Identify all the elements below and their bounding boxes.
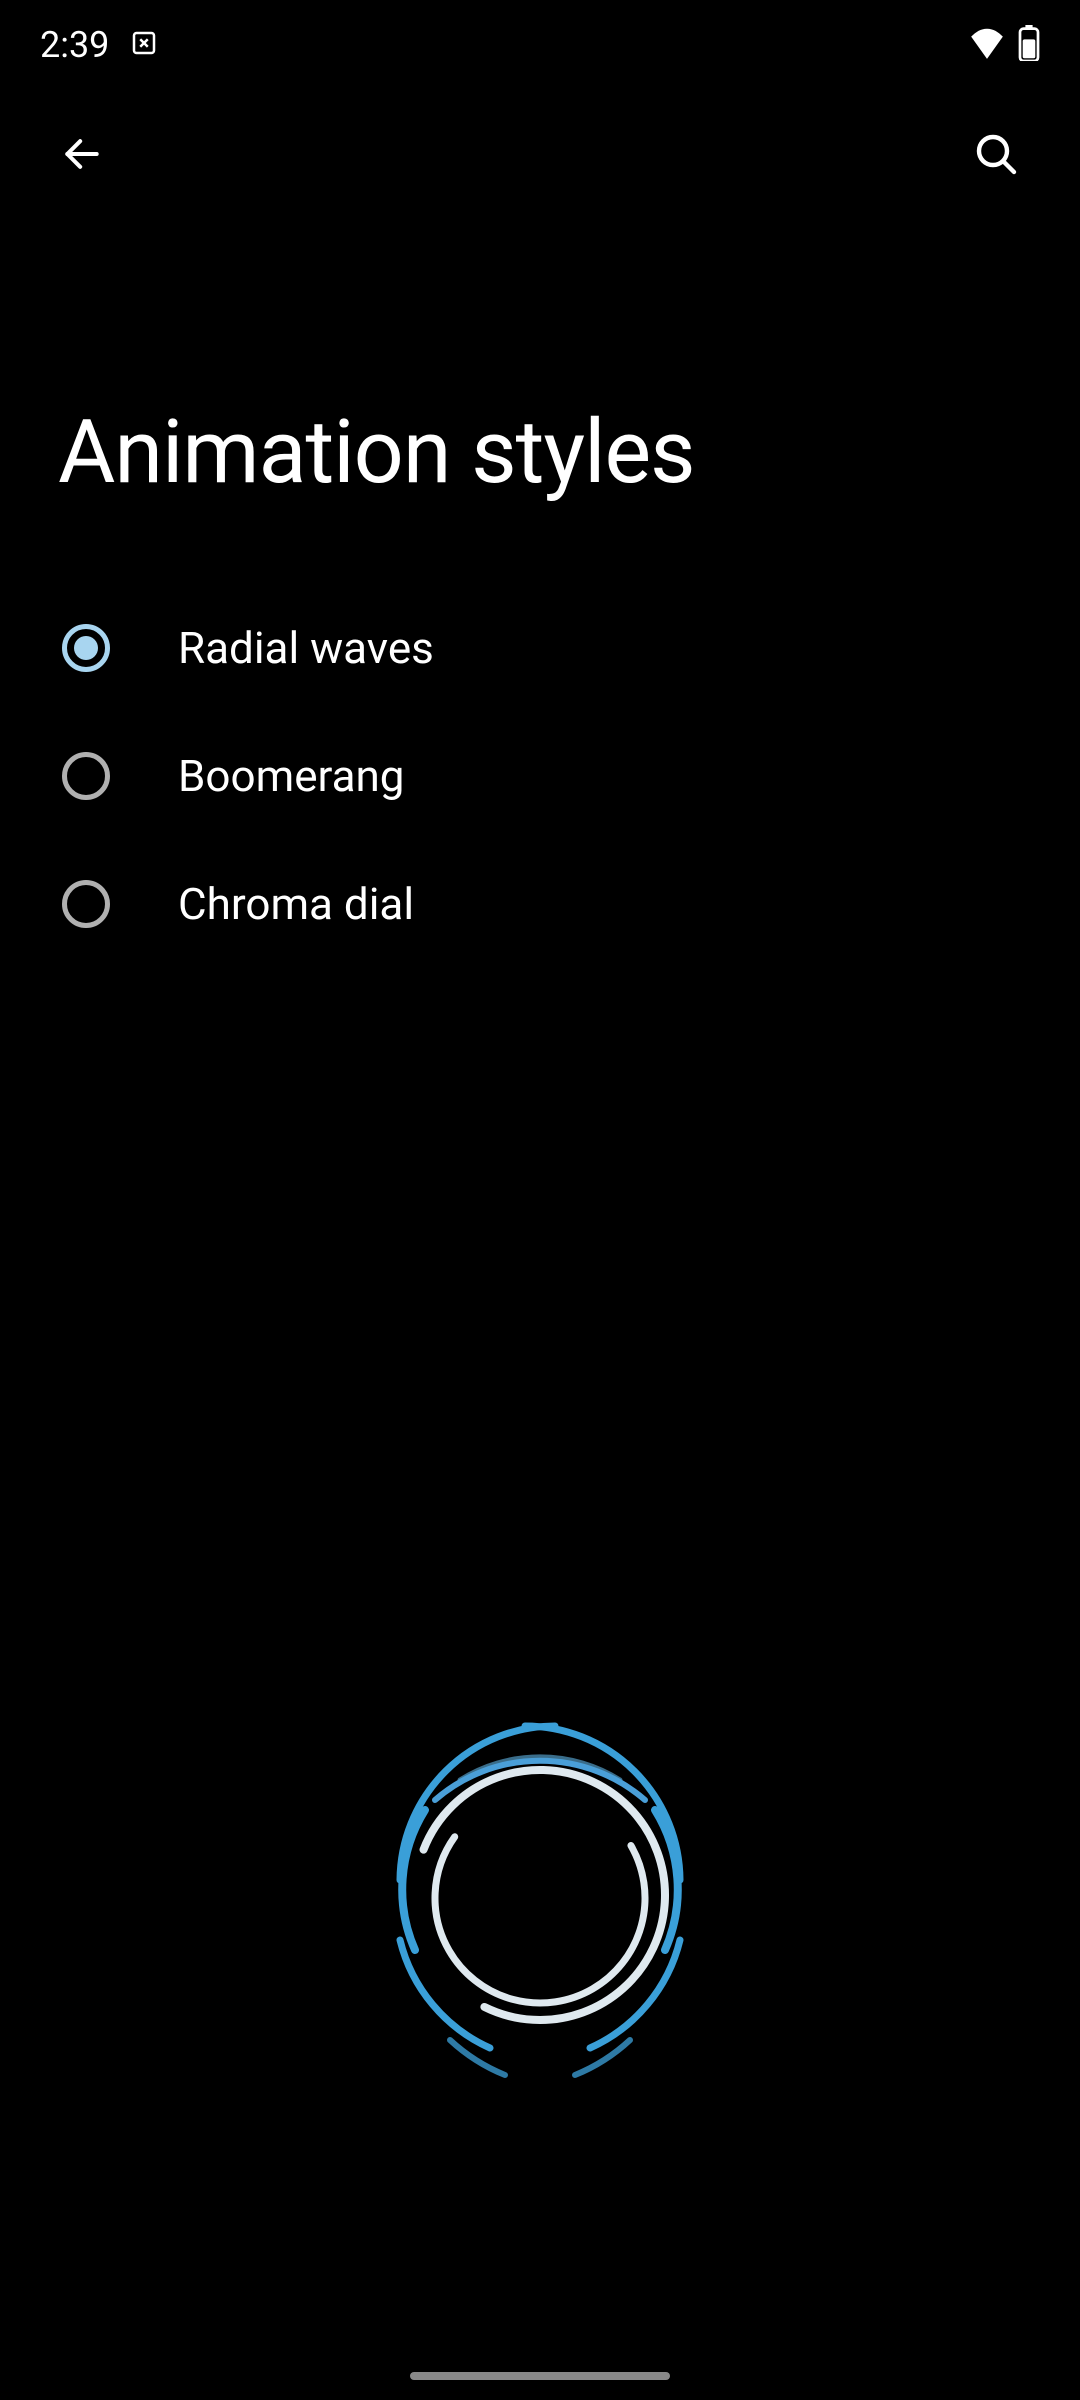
radio-label: Radial waves [178, 622, 434, 674]
back-button[interactable] [50, 122, 114, 189]
radio-indicator [62, 880, 110, 928]
status-time: 2:39 [40, 24, 109, 66]
radio-indicator [62, 624, 110, 672]
battery-icon [1018, 25, 1040, 65]
options-list: Radial waves Boomerang Chroma dial [0, 584, 1080, 968]
close-box-icon [129, 28, 159, 62]
radio-boomerang[interactable]: Boomerang [40, 712, 1040, 840]
status-right [968, 25, 1040, 65]
animation-preview [340, 1680, 740, 2080]
radio-radial-waves[interactable]: Radial waves [40, 584, 1040, 712]
arrow-back-icon [60, 164, 104, 179]
status-bar: 2:39 [0, 0, 1080, 90]
search-icon [972, 166, 1020, 181]
nav-handle[interactable] [410, 2372, 670, 2380]
status-left: 2:39 [40, 24, 159, 66]
search-button[interactable] [962, 120, 1030, 191]
app-bar [0, 90, 1080, 221]
radio-label: Boomerang [178, 750, 405, 802]
page-title: Animation styles [0, 221, 1080, 584]
radio-indicator [62, 752, 110, 800]
radio-chroma-dial[interactable]: Chroma dial [40, 840, 1040, 968]
wifi-icon [968, 27, 1006, 63]
radio-label: Chroma dial [178, 878, 414, 930]
